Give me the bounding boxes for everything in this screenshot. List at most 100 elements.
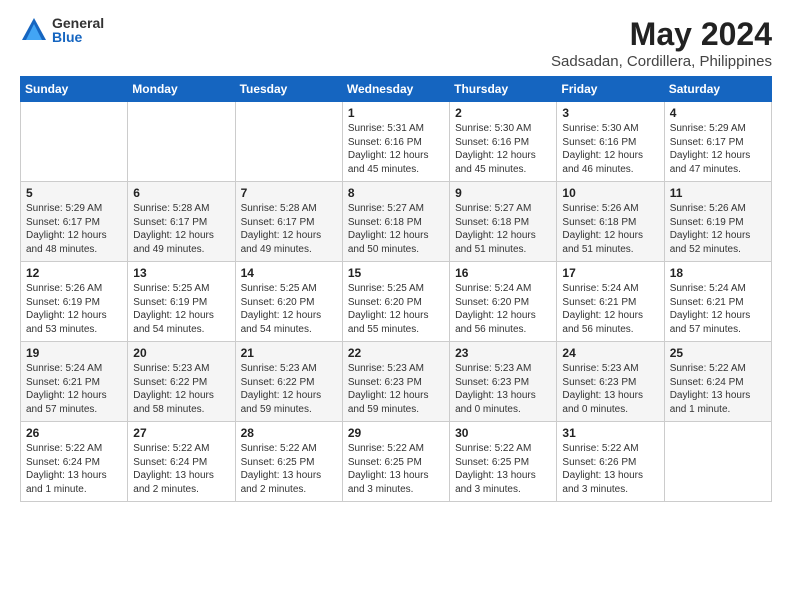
- day-number: 1: [348, 106, 445, 120]
- logo-blue: Blue: [52, 30, 104, 44]
- cell-content: Sunrise: 5:30 AM Sunset: 6:16 PM Dayligh…: [562, 122, 659, 176]
- calendar-cell: 20Sunrise: 5:23 AM Sunset: 6:22 PM Dayli…: [128, 342, 235, 422]
- cell-content: Sunrise: 5:28 AM Sunset: 6:17 PM Dayligh…: [133, 202, 230, 256]
- calendar-cell: 26 Sunrise: 5:22 AM Sunset: 6:24 PM Dayli…: [21, 422, 128, 502]
- cell-content: Sunrise: 5:24 AM Sunset: 6:20 PM Dayligh…: [455, 282, 552, 336]
- calendar-cell: 31 Sunrise: 5:22 AM Sunset: 6:26 PM Dayli…: [557, 422, 664, 502]
- cell-content: Sunrise: 5:24 AM Sunset: 6:21 PM Dayligh…: [26, 362, 123, 416]
- cell-content: Sunrise: 5:25 AM Sunset: 6:19 PM Dayligh…: [133, 282, 230, 336]
- week-row: 19Sunrise: 5:24 AM Sunset: 6:21 PM Dayli…: [21, 342, 772, 422]
- cell-content: Sunrise: 5:22 AM Sunset: 6:24 PM Dayligh…: [133, 442, 230, 496]
- header-day: Wednesday: [342, 77, 449, 102]
- calendar-cell: [664, 422, 771, 502]
- header-day: Friday: [557, 77, 664, 102]
- calendar-cell: 17 Sunrise: 5:24 AM Sunset: 6:21 PM Dayli…: [557, 262, 664, 342]
- header-day: Tuesday: [235, 77, 342, 102]
- cell-content: Sunrise: 5:25 AM Sunset: 6:20 PM Dayligh…: [348, 282, 445, 336]
- header-day: Saturday: [664, 77, 771, 102]
- day-number: 16: [455, 266, 552, 280]
- calendar-cell: 10 Sunrise: 5:26 AM Sunset: 6:18 PM Dayli…: [557, 182, 664, 262]
- cell-content: Sunrise: 5:26 AM Sunset: 6:19 PM Dayligh…: [670, 202, 767, 256]
- day-number: 4: [670, 106, 767, 120]
- day-number: 9: [455, 186, 552, 200]
- cell-content: Sunrise: 5:27 AM Sunset: 6:18 PM Dayligh…: [348, 202, 445, 256]
- day-number: 3: [562, 106, 659, 120]
- day-number: 22: [348, 346, 445, 360]
- calendar-cell: 6 Sunrise: 5:28 AM Sunset: 6:17 PM Daylig…: [128, 182, 235, 262]
- day-number: 27: [133, 426, 230, 440]
- cell-content: Sunrise: 5:26 AM Sunset: 6:18 PM Dayligh…: [562, 202, 659, 256]
- week-row: 26 Sunrise: 5:22 AM Sunset: 6:24 PM Dayli…: [21, 422, 772, 502]
- day-number: 6: [133, 186, 230, 200]
- cell-content: Sunrise: 5:29 AM Sunset: 6:17 PM Dayligh…: [670, 122, 767, 176]
- cell-content: Sunrise: 5:30 AM Sunset: 6:16 PM Dayligh…: [455, 122, 552, 176]
- day-number: 23: [455, 346, 552, 360]
- header-day: Thursday: [450, 77, 557, 102]
- day-number: 13: [133, 266, 230, 280]
- day-number: 8: [348, 186, 445, 200]
- calendar-cell: 7 Sunrise: 5:28 AM Sunset: 6:17 PM Daylig…: [235, 182, 342, 262]
- cell-content: Sunrise: 5:27 AM Sunset: 6:18 PM Dayligh…: [455, 202, 552, 256]
- cell-content: Sunrise: 5:24 AM Sunset: 6:21 PM Dayligh…: [562, 282, 659, 336]
- title-block: May 2024 Sadsadan, Cordillera, Philippin…: [551, 16, 772, 70]
- day-number: 2: [455, 106, 552, 120]
- week-row: 12 Sunrise: 5:26 AM Sunset: 6:19 PM Dayli…: [21, 262, 772, 342]
- calendar-cell: [21, 102, 128, 182]
- calendar-cell: 9 Sunrise: 5:27 AM Sunset: 6:18 PM Daylig…: [450, 182, 557, 262]
- logo: General Blue: [20, 16, 104, 44]
- day-number: 17: [562, 266, 659, 280]
- cell-content: Sunrise: 5:28 AM Sunset: 6:17 PM Dayligh…: [241, 202, 338, 256]
- calendar-cell: 16 Sunrise: 5:24 AM Sunset: 6:20 PM Dayli…: [450, 262, 557, 342]
- week-row: 1 Sunrise: 5:31 AM Sunset: 6:16 PM Daylig…: [21, 102, 772, 182]
- calendar-cell: 30Sunrise: 5:22 AM Sunset: 6:25 PM Dayli…: [450, 422, 557, 502]
- calendar-cell: 21Sunrise: 5:23 AM Sunset: 6:22 PM Dayli…: [235, 342, 342, 422]
- cell-content: Sunrise: 5:22 AM Sunset: 6:24 PM Dayligh…: [26, 442, 123, 496]
- calendar-cell: 13 Sunrise: 5:25 AM Sunset: 6:19 PM Dayli…: [128, 262, 235, 342]
- header: General Blue May 2024 Sadsadan, Cordille…: [20, 16, 772, 70]
- calendar-cell: 3 Sunrise: 5:30 AM Sunset: 6:16 PM Daylig…: [557, 102, 664, 182]
- subtitle: Sadsadan, Cordillera, Philippines: [551, 53, 772, 70]
- cell-content: Sunrise: 5:22 AM Sunset: 6:25 PM Dayligh…: [241, 442, 338, 496]
- header-day: Monday: [128, 77, 235, 102]
- cell-content: Sunrise: 5:22 AM Sunset: 6:26 PM Dayligh…: [562, 442, 659, 496]
- day-number: 24: [562, 346, 659, 360]
- cell-content: Sunrise: 5:23 AM Sunset: 6:22 PM Dayligh…: [133, 362, 230, 416]
- cell-content: Sunrise: 5:22 AM Sunset: 6:24 PM Dayligh…: [670, 362, 767, 416]
- day-number: 18: [670, 266, 767, 280]
- day-number: 28: [241, 426, 338, 440]
- calendar-cell: 14Sunrise: 5:25 AM Sunset: 6:20 PM Dayli…: [235, 262, 342, 342]
- calendar-cell: [235, 102, 342, 182]
- calendar-cell: 19Sunrise: 5:24 AM Sunset: 6:21 PM Dayli…: [21, 342, 128, 422]
- day-number: 12: [26, 266, 123, 280]
- cell-content: Sunrise: 5:26 AM Sunset: 6:19 PM Dayligh…: [26, 282, 123, 336]
- day-number: 14: [241, 266, 338, 280]
- calendar-cell: 18Sunrise: 5:24 AM Sunset: 6:21 PM Dayli…: [664, 262, 771, 342]
- logo-icon: [20, 16, 48, 44]
- calendar-cell: 28 Sunrise: 5:22 AM Sunset: 6:25 PM Dayli…: [235, 422, 342, 502]
- calendar-cell: 25Sunrise: 5:22 AM Sunset: 6:24 PM Dayli…: [664, 342, 771, 422]
- day-number: 5: [26, 186, 123, 200]
- calendar-cell: 2 Sunrise: 5:30 AM Sunset: 6:16 PM Daylig…: [450, 102, 557, 182]
- header-day: Sunday: [21, 77, 128, 102]
- calendar-cell: 24Sunrise: 5:23 AM Sunset: 6:23 PM Dayli…: [557, 342, 664, 422]
- logo-text: General Blue: [52, 16, 104, 44]
- cell-content: Sunrise: 5:31 AM Sunset: 6:16 PM Dayligh…: [348, 122, 445, 176]
- day-number: 10: [562, 186, 659, 200]
- main-title: May 2024: [551, 16, 772, 53]
- calendar-cell: 29Sunrise: 5:22 AM Sunset: 6:25 PM Dayli…: [342, 422, 449, 502]
- cell-content: Sunrise: 5:29 AM Sunset: 6:17 PM Dayligh…: [26, 202, 123, 256]
- calendar-cell: 27 Sunrise: 5:22 AM Sunset: 6:24 PM Dayli…: [128, 422, 235, 502]
- calendar-cell: 4 Sunrise: 5:29 AM Sunset: 6:17 PM Daylig…: [664, 102, 771, 182]
- day-number: 30: [455, 426, 552, 440]
- calendar-cell: 11Sunrise: 5:26 AM Sunset: 6:19 PM Dayli…: [664, 182, 771, 262]
- day-number: 31: [562, 426, 659, 440]
- calendar-table: SundayMondayTuesdayWednesdayThursdayFrid…: [20, 76, 772, 502]
- week-row: 5 Sunrise: 5:29 AM Sunset: 6:17 PM Daylig…: [21, 182, 772, 262]
- calendar-cell: 22Sunrise: 5:23 AM Sunset: 6:23 PM Dayli…: [342, 342, 449, 422]
- day-number: 21: [241, 346, 338, 360]
- day-number: 7: [241, 186, 338, 200]
- day-number: 15: [348, 266, 445, 280]
- calendar-cell: 23Sunrise: 5:23 AM Sunset: 6:23 PM Dayli…: [450, 342, 557, 422]
- cell-content: Sunrise: 5:22 AM Sunset: 6:25 PM Dayligh…: [348, 442, 445, 496]
- day-number: 26: [26, 426, 123, 440]
